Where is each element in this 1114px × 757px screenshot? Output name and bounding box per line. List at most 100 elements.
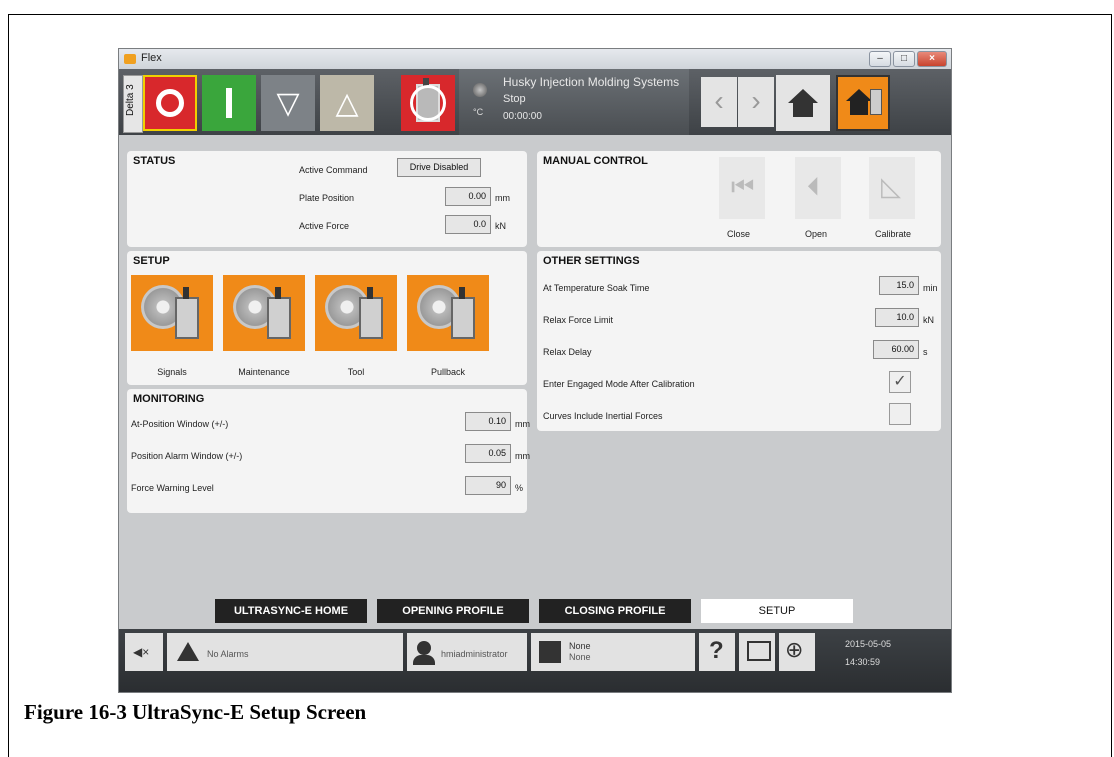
soak-time-input[interactable]: 15.0: [879, 276, 919, 295]
window-title: Flex: [141, 52, 162, 64]
manual-close-button[interactable]: ⏮: [719, 157, 765, 219]
language-button[interactable]: ⊕: [779, 633, 815, 671]
delta-label: Delta 3: [125, 84, 136, 116]
close-button[interactable]: ×: [917, 51, 947, 67]
tab-closing-profile[interactable]: CLOSING PROFILE: [539, 599, 691, 623]
tab-ultrasync-home[interactable]: ULTRASYNC-E HOME: [215, 599, 367, 623]
machine-name: Husky Injection Molding Systems: [503, 75, 680, 89]
active-command-value: Drive Disabled: [397, 158, 481, 177]
calibrate-icon: ◺: [881, 171, 901, 201]
manual-control-panel: MANUAL CONTROL ⏮ ⏴ ◺ Close Open Calibrat…: [537, 151, 941, 247]
plate-position-value: 0.00: [445, 187, 491, 206]
chevron-left-icon: ‹: [714, 85, 724, 116]
user-button[interactable]: hmiadministrator: [407, 633, 527, 671]
curves-inertial-label: Curves Include Inertial Forces: [543, 411, 663, 421]
mold-line2: None: [569, 652, 591, 662]
engaged-mode-label: Enter Engaged Mode After Calibration: [543, 379, 695, 389]
other-settings-panel: OTHER SETTINGS At Temperature Soak Time …: [537, 251, 941, 431]
home-machine-icon: [846, 89, 872, 101]
stop-button[interactable]: [143, 75, 197, 131]
home-icon-body: [793, 103, 813, 117]
manual-close-label: Close: [727, 229, 751, 239]
force-warning-input[interactable]: 90: [465, 476, 511, 495]
active-command-label: Active Command: [299, 165, 368, 175]
alarms-text: No Alarms: [207, 649, 249, 659]
setup-signals-button[interactable]: [131, 275, 213, 351]
plate-position-label: Plate Position: [299, 193, 355, 203]
machine-state: Stop: [503, 93, 526, 105]
engaged-mode-checkbox[interactable]: ✓: [889, 371, 911, 393]
bottom-status-bar: ◀× No Alarms hmiadministrator None None …: [119, 629, 951, 692]
machine-status-panel: °C Husky Injection Molding Systems Stop …: [459, 69, 689, 135]
help-button[interactable]: ?: [699, 633, 735, 671]
delta-tab[interactable]: Delta 3: [123, 75, 143, 133]
relax-delay-label: Relax Delay: [543, 347, 592, 357]
position-alarm-input[interactable]: 0.05: [465, 444, 511, 463]
manual-open-button[interactable]: ⏴: [795, 157, 841, 219]
manual-open-label: Open: [805, 229, 828, 239]
user-icon-body: [413, 655, 435, 665]
setup-signals-label: Signals: [157, 367, 187, 377]
warning-icon: [177, 642, 199, 661]
tab-setup[interactable]: SETUP: [701, 599, 853, 623]
status-panel: STATUS Active Command Drive Disabled Pla…: [127, 151, 527, 247]
nav-forward-button[interactable]: ›: [738, 77, 774, 127]
home-icon: [788, 89, 818, 103]
monitoring-title: MONITORING: [133, 393, 205, 405]
mold-button[interactable]: None None: [531, 633, 695, 671]
curves-inertial-checkbox[interactable]: [889, 403, 911, 425]
alarms-button[interactable]: No Alarms: [167, 633, 403, 671]
help-icon: ?: [709, 637, 724, 664]
date-text: 2015-05-05: [845, 639, 892, 649]
setup-pullback-label: Pullback: [430, 367, 466, 377]
manual-calibrate-button[interactable]: ◺: [869, 157, 915, 219]
relax-force-input[interactable]: 10.0: [875, 308, 919, 327]
screenshot-button[interactable]: [739, 633, 775, 671]
device-icon: [175, 287, 199, 339]
force-warning-unit: %: [515, 483, 524, 493]
user-name: hmiadministrator: [441, 649, 508, 659]
open-mold-button[interactable]: △: [320, 75, 374, 131]
temperature-unit: °C: [473, 107, 484, 117]
at-position-input[interactable]: 0.10: [465, 412, 511, 431]
home-button[interactable]: [776, 75, 830, 131]
mute-icon: ◀×: [133, 645, 150, 659]
mold-line1: None: [569, 641, 591, 651]
drive-disable-button[interactable]: [401, 75, 455, 131]
position-alarm-unit: mm: [515, 451, 530, 461]
relax-delay-unit: s: [923, 347, 928, 357]
mute-button[interactable]: ◀×: [125, 633, 163, 671]
active-force-value: 0.0: [445, 215, 491, 234]
datetime: 2015-05-05 14:30:59: [845, 635, 891, 671]
setup-panel: SETUP Signals Maintenance Tool Pullback: [127, 251, 527, 385]
nav-back-button[interactable]: ‹: [701, 77, 737, 127]
tab-opening-profile[interactable]: OPENING PROFILE: [377, 599, 529, 623]
device-icon: [267, 287, 291, 339]
relax-force-unit: kN: [923, 315, 934, 325]
screen-tabs: ULTRASYNC-E HOME OPENING PROFILE CLOSING…: [119, 595, 951, 625]
up-arrow-icon: △: [335, 86, 359, 120]
plate-position-unit: mm: [495, 193, 510, 203]
setup-maintenance-button[interactable]: [223, 275, 305, 351]
force-warning-label: Force Warning Level: [131, 483, 214, 493]
relax-delay-input[interactable]: 60.00: [873, 340, 919, 359]
relax-force-label: Relax Force Limit: [543, 315, 614, 325]
close-step-icon: ⏮: [731, 171, 755, 201]
minimize-button[interactable]: –: [869, 51, 891, 67]
device-icon: [451, 287, 475, 339]
chevron-right-icon: ›: [751, 85, 761, 116]
status-title: STATUS: [133, 155, 176, 167]
top-toolbar: Delta 3 ▽ △ °C Husky Injection Molding S…: [119, 69, 951, 135]
window-controls: – □ ×: [869, 51, 947, 67]
soak-time-unit: min: [923, 283, 938, 293]
start-button[interactable]: [202, 75, 256, 131]
setup-pullback-button[interactable]: [407, 275, 489, 351]
app-window: Flex – □ × Delta 3 ▽ △ °C Husky Injectio…: [118, 48, 952, 693]
active-force-label: Active Force: [299, 221, 350, 231]
maximize-button[interactable]: □: [893, 51, 915, 67]
open-step-icon: ⏴: [807, 171, 821, 201]
device-icon: [359, 287, 383, 339]
ultrasync-home-button[interactable]: [836, 75, 890, 131]
close-mold-button[interactable]: ▽: [261, 75, 315, 131]
setup-tool-button[interactable]: [315, 275, 397, 351]
